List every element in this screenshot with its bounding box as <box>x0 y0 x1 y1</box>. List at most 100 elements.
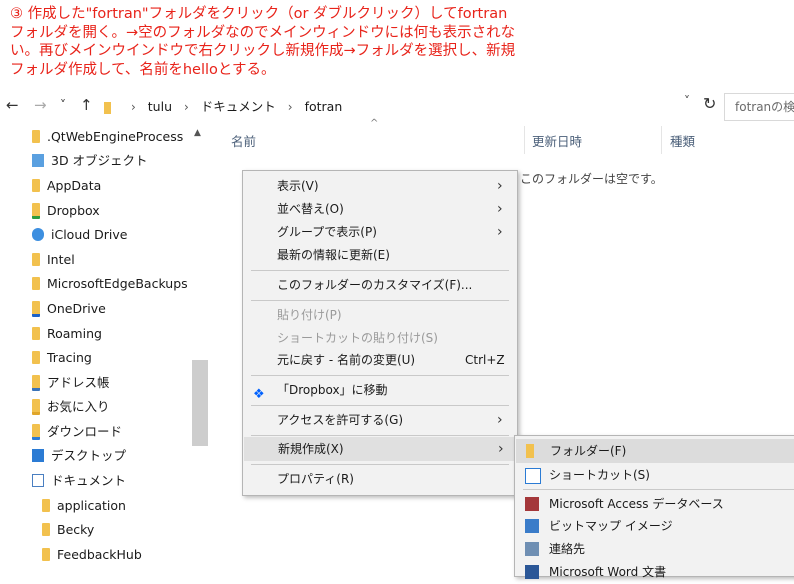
column-header-date[interactable]: 更新日時 <box>532 131 582 150</box>
menu-item-dropbox[interactable]: ❖ 「Dropbox」に移動 <box>243 378 517 402</box>
sidebar-scrollbar[interactable] <box>192 360 208 446</box>
sidebar-item[interactable]: OneDrive <box>32 298 106 320</box>
forward-arrow-icon[interactable]: → <box>34 96 47 114</box>
recent-locations-icon[interactable]: ˅ <box>60 98 66 112</box>
up-arrow-icon[interactable]: ↑ <box>80 96 93 114</box>
sidebar-item[interactable]: ダウンロード <box>32 421 122 443</box>
submenu-item-label: Microsoft Access データベース <box>549 497 724 511</box>
submenu-item-word[interactable]: Microsoft Word 文書 <box>515 560 794 584</box>
menu-separator <box>251 270 509 271</box>
navigation-bar: ← → ˅ ↑ › tulu › ドキュメント › fotran ˅ ↻ fot… <box>0 92 794 122</box>
word-icon <box>525 565 539 579</box>
column-header-name[interactable]: 名前 <box>231 131 256 150</box>
address-bar[interactable]: › tulu › ドキュメント › fotran <box>104 96 702 118</box>
favorites-icon <box>32 398 40 415</box>
submenu-item-label: ショートカット(S) <box>549 468 650 482</box>
menu-item-paste-shortcut[interactable]: ショートカットの貼り付け(S) <box>243 326 517 350</box>
sidebar-item[interactable]: お気に入り <box>32 396 110 418</box>
sidebar-item-label: 3D オブジェクト <box>51 153 148 168</box>
sidebar-item-label: OneDrive <box>47 301 106 316</box>
sidebar-item[interactable]: Roaming <box>32 323 102 345</box>
submenu-item-contact[interactable]: 連絡先 <box>515 537 794 561</box>
sidebar-item[interactable]: .QtWebEngineProcess <box>32 126 183 148</box>
folder-icon <box>42 499 50 512</box>
column-divider[interactable] <box>661 126 662 154</box>
chevron-right-icon: › <box>498 441 504 457</box>
sidebar-item[interactable]: ドキュメント <box>32 470 126 492</box>
sidebar-item[interactable]: Dropbox <box>32 200 100 222</box>
refresh-icon[interactable]: ↻ <box>703 94 716 113</box>
sidebar-item[interactable]: MicrosoftEdgeBackups <box>32 273 188 295</box>
chevron-right-icon[interactable]: › <box>131 96 136 118</box>
chevron-right-icon[interactable]: › <box>288 96 293 118</box>
menu-item-label: 貼り付け(P) <box>277 308 342 322</box>
menu-item-undo[interactable]: 元に戻す - 名前の変更(U) Ctrl+Z <box>243 348 517 372</box>
new-submenu: フォルダー(F) ショートカット(S) Microsoft Access データ… <box>514 435 794 579</box>
sidebar-item[interactable]: iCloud Drive <box>32 224 127 246</box>
menu-item-label: ショートカットの貼り付け(S) <box>277 331 438 345</box>
menu-item-refresh[interactable]: 最新の情報に更新(E) <box>243 243 517 267</box>
sidebar-item[interactable]: application <box>42 495 126 517</box>
menu-item-label: このフォルダーのカスタマイズ(F)... <box>277 278 473 292</box>
search-input[interactable]: fotranの検索 <box>724 93 794 121</box>
sidebar-item[interactable]: Becky <box>42 519 94 541</box>
breadcrumb-tulu[interactable]: tulu <box>148 96 172 118</box>
submenu-item-shortcut[interactable]: ショートカット(S) <box>515 463 794 487</box>
empty-folder-message: このフォルダーは空です。 <box>520 172 663 186</box>
sidebar-item-label: アドレス帳 <box>47 375 110 390</box>
breadcrumb-documents[interactable]: ドキュメント <box>201 96 276 118</box>
column-divider[interactable] <box>524 126 525 154</box>
sidebar-item-label: FeedbackHub <box>57 547 142 562</box>
sidebar-item[interactable]: アドレス帳 <box>32 372 110 394</box>
submenu-item-label: Microsoft Word 文書 <box>549 565 667 579</box>
menu-item-group[interactable]: グループで表示(P) › <box>243 220 517 244</box>
menu-item-view[interactable]: 表示(V) › <box>243 174 517 198</box>
sidebar-item-label: Tracing <box>47 350 92 365</box>
sidebar-item[interactable]: Intel <box>32 249 75 271</box>
column-header-type[interactable]: 種類 <box>670 131 695 150</box>
menu-separator <box>251 435 509 436</box>
instruction-caption: ③ 作成した"fortran"フォルダをクリック（or ダブルクリック）してfo… <box>10 6 516 78</box>
menu-item-access[interactable]: アクセスを許可する(G) › <box>243 408 517 432</box>
menu-item-label: 表示(V) <box>277 179 319 193</box>
scroll-up-icon[interactable]: ▲ <box>194 128 201 138</box>
sidebar-item-label: ダウンロード <box>47 424 123 439</box>
breadcrumb-fotran[interactable]: fotran <box>305 96 343 118</box>
submenu-item-access-db[interactable]: Microsoft Access データベース <box>515 492 794 516</box>
sidebar-item[interactable]: FeedbackHub <box>42 544 142 566</box>
back-arrow-icon[interactable]: ← <box>6 96 19 114</box>
folder-icon <box>42 523 50 536</box>
chevron-right-icon: › <box>497 412 503 428</box>
sidebar-item-label: デスクトップ <box>51 448 127 463</box>
sidebar-item[interactable]: 3D オブジェクト <box>32 150 148 172</box>
menu-separator <box>251 405 509 406</box>
submenu-item-label: フォルダー(F) <box>550 444 627 458</box>
submenu-item-bitmap[interactable]: ビットマップ イメージ <box>515 514 794 538</box>
sidebar-item-label: AppData <box>47 178 102 193</box>
folder-icon <box>32 130 40 143</box>
sidebar-item-label: iCloud Drive <box>51 227 128 242</box>
sidebar-item[interactable]: Tracing <box>32 347 92 369</box>
menu-item-paste[interactable]: 貼り付け(P) <box>243 303 517 327</box>
menu-item-customize[interactable]: このフォルダーのカスタマイズ(F)... <box>243 273 517 297</box>
address-dropdown-icon[interactable]: ˅ <box>684 94 690 108</box>
context-menu: 表示(V) › 並べ替え(O) › グループで表示(P) › 最新の情報に更新(E) … <box>242 170 518 496</box>
chevron-right-icon: › <box>497 178 503 194</box>
menu-item-label: 新規作成(X) <box>278 442 344 456</box>
menu-item-new[interactable]: 新規作成(X) › <box>244 437 515 461</box>
sidebar-item-label: ドキュメント <box>51 473 127 488</box>
sidebar-item[interactable]: デスクトップ <box>32 445 126 467</box>
sidebar-item[interactable]: AppData <box>32 175 101 197</box>
shortcut-icon <box>525 468 541 484</box>
menu-item-properties[interactable]: プロパティ(R) <box>243 467 517 491</box>
folder-icon <box>32 179 40 192</box>
access-icon <box>525 497 539 511</box>
sidebar-item-label: MicrosoftEdgeBackups <box>47 276 188 291</box>
menu-item-sort[interactable]: 並べ替え(O) › <box>243 197 517 221</box>
menu-separator <box>251 464 509 465</box>
submenu-item-label: 連絡先 <box>549 542 586 556</box>
chevron-right-icon[interactable]: › <box>184 96 189 118</box>
sidebar-item-label: Roaming <box>47 326 102 341</box>
submenu-item-folder[interactable]: フォルダー(F) <box>516 439 794 463</box>
shortcut-label: Ctrl+Z <box>465 353 505 367</box>
